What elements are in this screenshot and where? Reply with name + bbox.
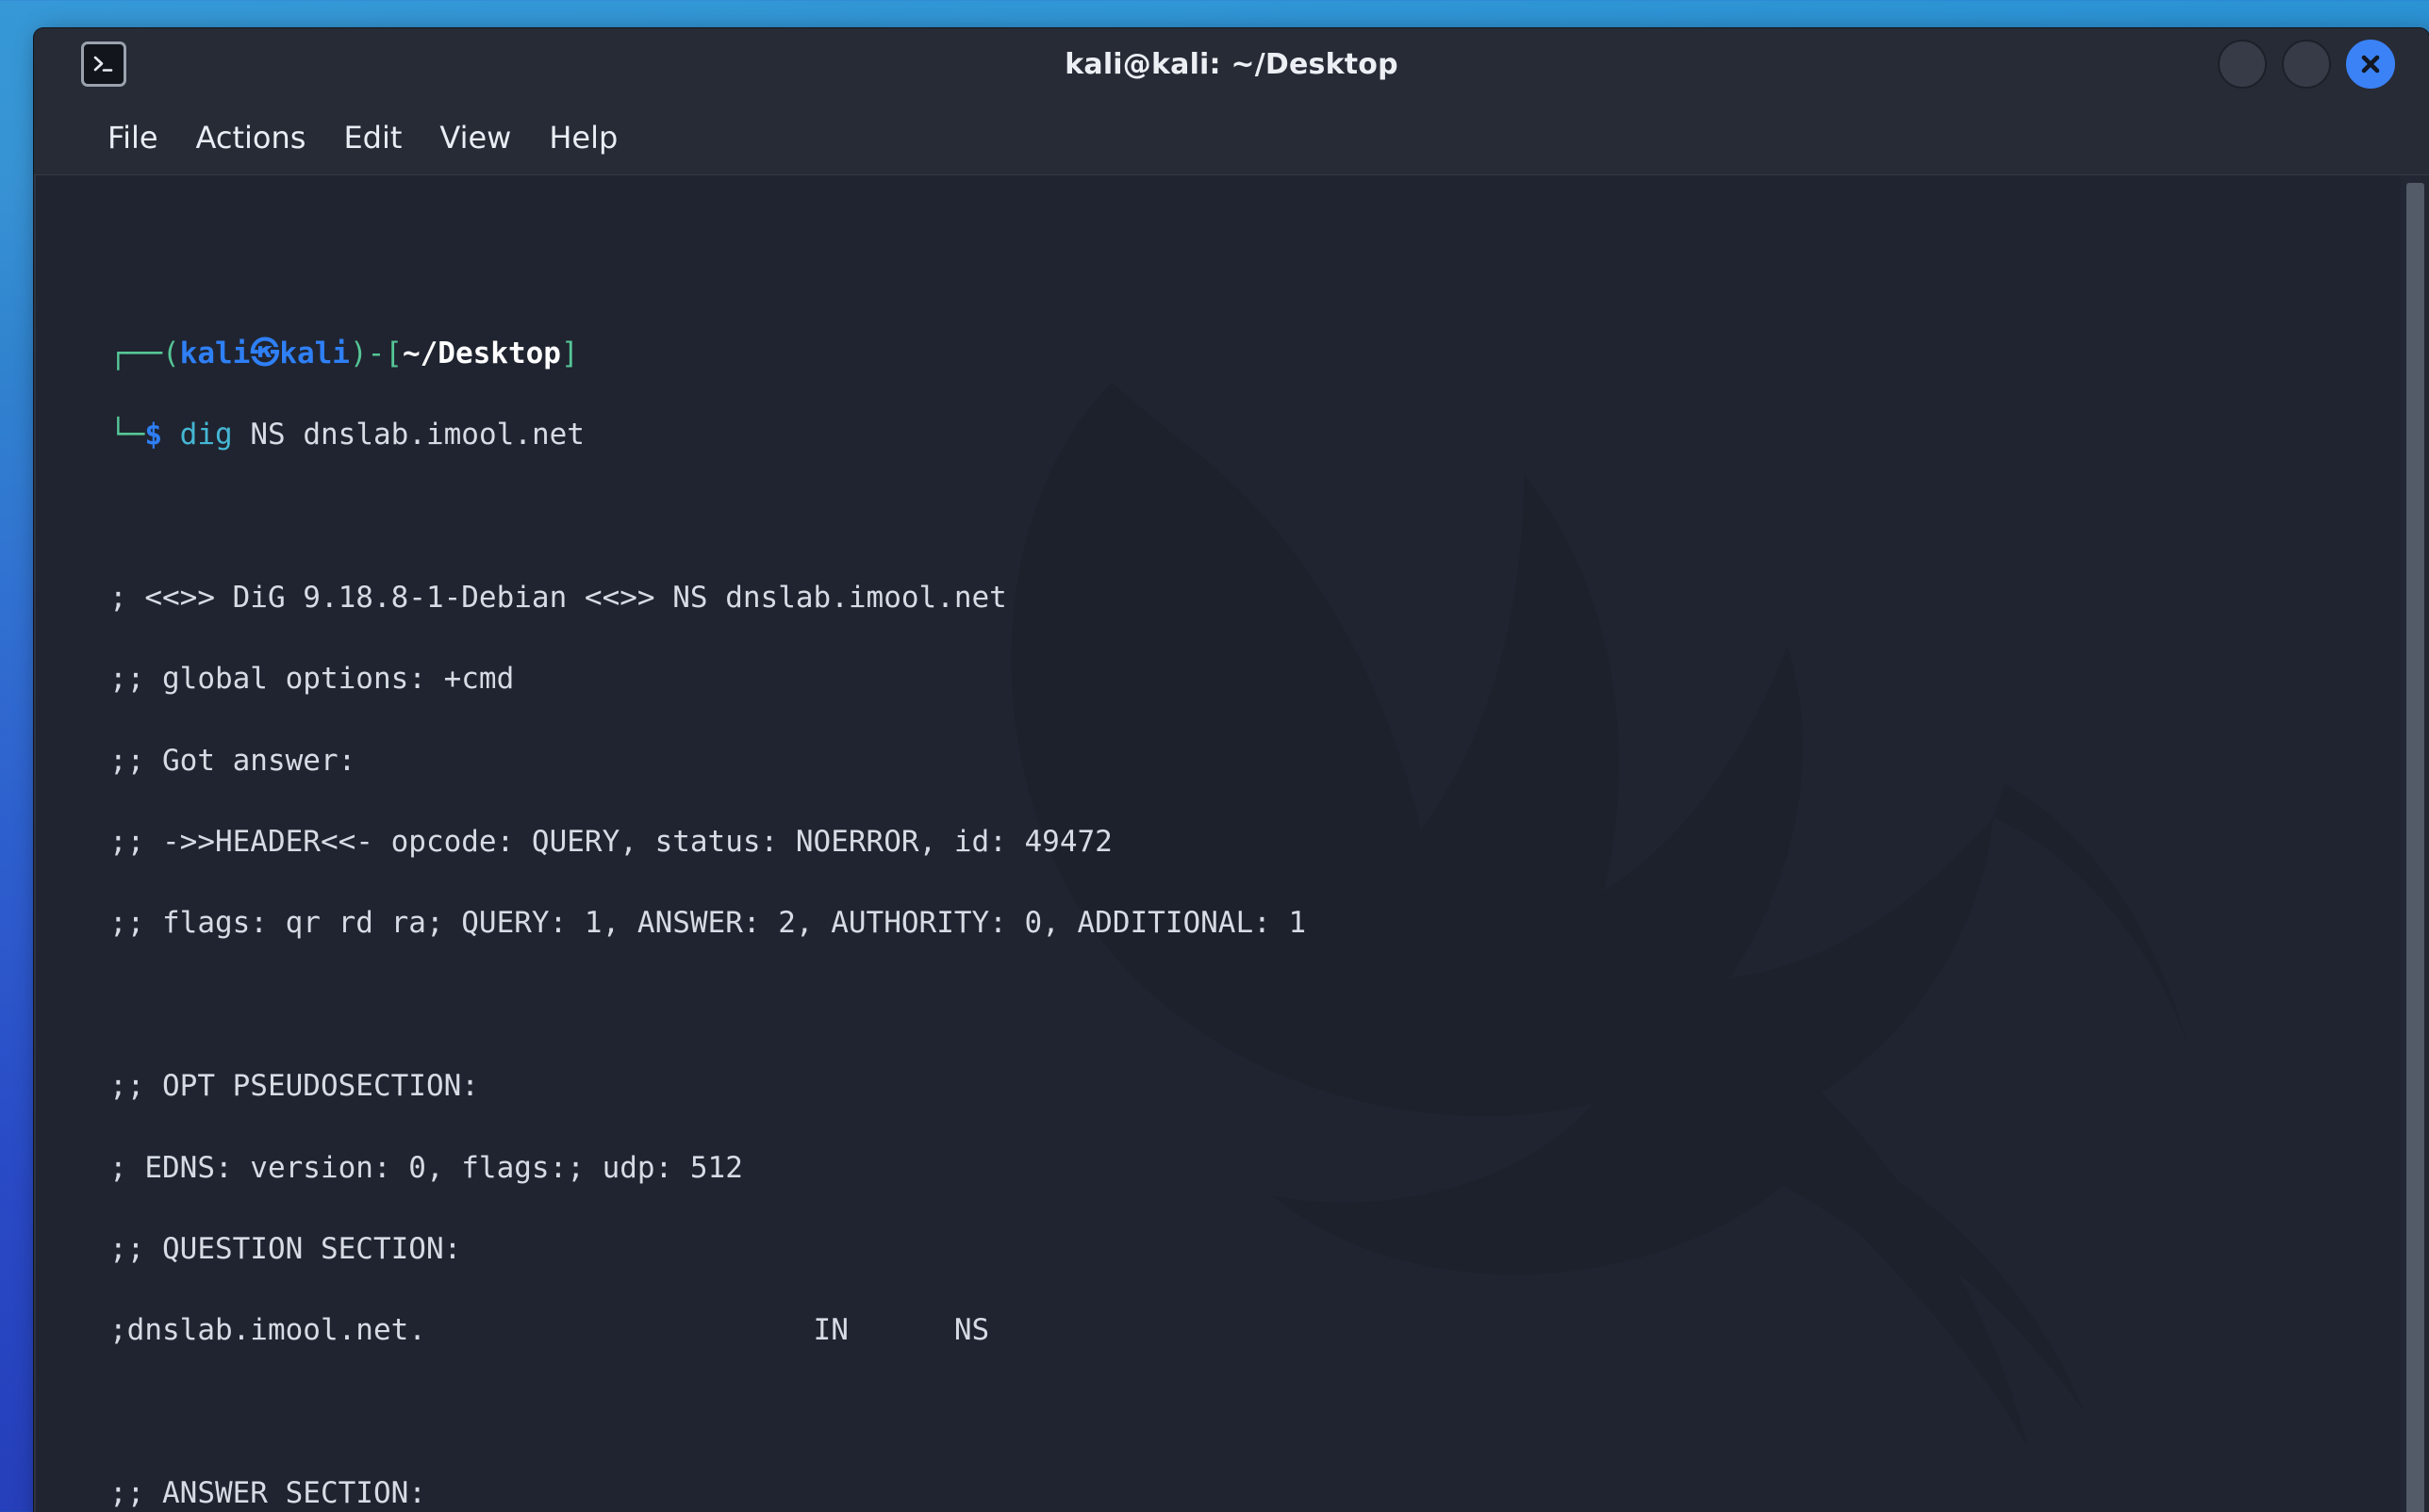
output-line-question-record: ;dnslab.imool.net. IN NS <box>109 1313 990 1348</box>
output-line-question-section: ;; QUESTION SECTION: <box>109 1231 462 1266</box>
output-line-got-answer: ;; Got answer: <box>109 743 356 778</box>
output-line-dig-version: ; <<>> DiG 9.18.8-1-Debian <<>> NS dnsla… <box>109 580 1007 615</box>
menu-item-actions[interactable]: Actions <box>177 114 325 161</box>
prompt-at-icon: ㉿ <box>250 336 280 370</box>
prompt-corner-bottom: └─ <box>109 417 145 452</box>
window-titlebar[interactable]: kali@kali: ~/Desktop <box>34 28 2429 100</box>
prompt-path: ~/Desktop <box>402 336 561 370</box>
terminal-scrollbar-thumb[interactable] <box>2406 183 2424 1512</box>
command-args: NS dnslab.imool.net <box>232 417 585 452</box>
menu-item-view[interactable]: View <box>421 114 530 161</box>
menu-bar: File Actions Edit View Help <box>34 100 2429 175</box>
window-controls <box>2218 40 2395 89</box>
output-line-header: ;; ->>HEADER<<- opcode: QUERY, status: N… <box>109 824 1113 859</box>
prompt-dollar: $ <box>144 417 162 452</box>
maximize-button[interactable] <box>2282 40 2331 89</box>
output-line-flags: ;; flags: qr rd ra; QUERY: 1, ANSWER: 2,… <box>109 906 1307 941</box>
menu-item-file[interactable]: File <box>89 114 177 161</box>
prompt-line-top: ┌──(kali㉿kali)-[~/Desktop] <box>109 334 2429 374</box>
output-line-global-options: ;; global options: +cmd <box>109 662 515 697</box>
output-line-answer-section: ;; ANSWER SECTION: <box>109 1476 426 1511</box>
terminal-scrollbar[interactable] <box>2401 175 2429 1512</box>
output-line-edns: ; EDNS: version: 0, flags:; udp: 512 <box>109 1150 743 1185</box>
prompt-corner-top: ┌──( <box>109 336 180 370</box>
prompt-bracket-close: ] <box>560 336 579 370</box>
terminal-window: kali@kali: ~/Desktop File Actions Edit V… <box>34 28 2429 1512</box>
close-button[interactable] <box>2346 40 2395 89</box>
terminal-body[interactable]: ┌──(kali㉿kali)-[~/Desktop] └─$ dig NS dn… <box>34 175 2429 1512</box>
command-name: dig <box>179 417 233 452</box>
terminal-output[interactable]: ┌──(kali㉿kali)-[~/Desktop] └─$ dig NS dn… <box>36 175 2429 1512</box>
prompt-user: kali <box>179 336 251 370</box>
menu-item-help[interactable]: Help <box>530 114 636 161</box>
prompt-line-command[interactable]: └─$ dig NS dnslab.imool.net <box>109 415 2429 455</box>
menu-item-edit[interactable]: Edit <box>324 114 421 161</box>
window-title: kali@kali: ~/Desktop <box>1065 47 1398 81</box>
prompt-host: kali <box>279 336 350 370</box>
prompt-close-paren: )-[ <box>349 336 403 370</box>
output-line-opt-pseudosection: ;; OPT PSEUDOSECTION: <box>109 1069 479 1104</box>
minimize-button[interactable] <box>2218 40 2267 89</box>
